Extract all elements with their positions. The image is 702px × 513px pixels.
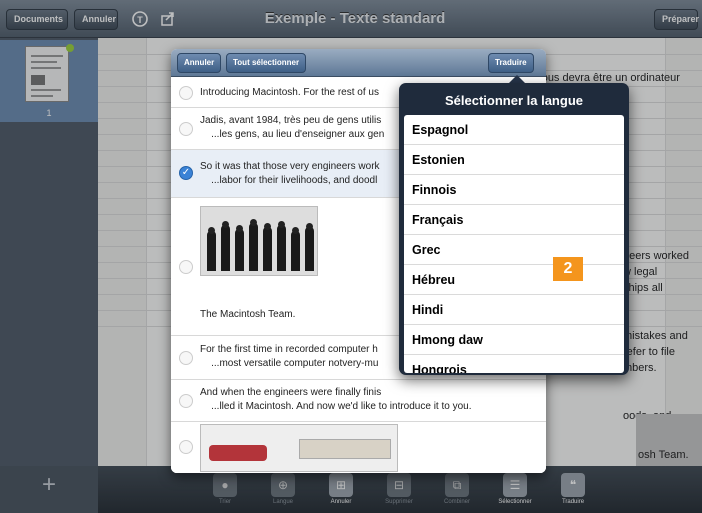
- language-option-finnois[interactable]: Finnois: [404, 175, 624, 205]
- language-list: Espagnol Estonien Finnois Français Grec …: [404, 115, 624, 373]
- app-window: Documents Annuler T Exemple - Texte stan…: [0, 0, 702, 513]
- translate-button[interactable]: Traduire: [488, 53, 534, 73]
- language-option-francais[interactable]: Français: [404, 205, 624, 235]
- computer-photo: [200, 424, 398, 472]
- language-option-hindi[interactable]: Hindi: [404, 295, 624, 325]
- radio-icon[interactable]: [179, 260, 193, 274]
- list-item[interactable]: And when the engineers were finally fini…: [171, 380, 546, 422]
- radio-icon[interactable]: [179, 394, 193, 408]
- language-option-hmong-daw[interactable]: Hmong daw: [404, 325, 624, 355]
- radio-icon[interactable]: [179, 122, 193, 136]
- language-option-espagnol[interactable]: Espagnol: [404, 115, 624, 145]
- popup-header: Annuler Tout sélectionner Traduire: [171, 49, 546, 77]
- radio-icon[interactable]: [179, 86, 193, 100]
- step-number-badge: 2: [553, 257, 583, 281]
- language-option-estonien[interactable]: Estonien: [404, 145, 624, 175]
- language-option-grec[interactable]: Grec: [404, 235, 624, 265]
- popover-title: Sélectionner la langue: [445, 93, 583, 108]
- language-popover: Sélectionner la langue Espagnol Estonien…: [399, 83, 629, 375]
- cancel-button[interactable]: Annuler: [177, 53, 222, 73]
- radio-icon[interactable]: [179, 351, 193, 365]
- list-item[interactable]: [171, 422, 546, 473]
- team-photo: [200, 206, 318, 276]
- select-all-button[interactable]: Tout sélectionner: [226, 53, 307, 73]
- language-option-hebreu[interactable]: Hébreu: [404, 265, 624, 295]
- radio-icon[interactable]: [179, 440, 193, 454]
- language-option-hongrois[interactable]: Hongrois: [404, 355, 624, 373]
- checkmark-icon[interactable]: ✓: [179, 166, 193, 180]
